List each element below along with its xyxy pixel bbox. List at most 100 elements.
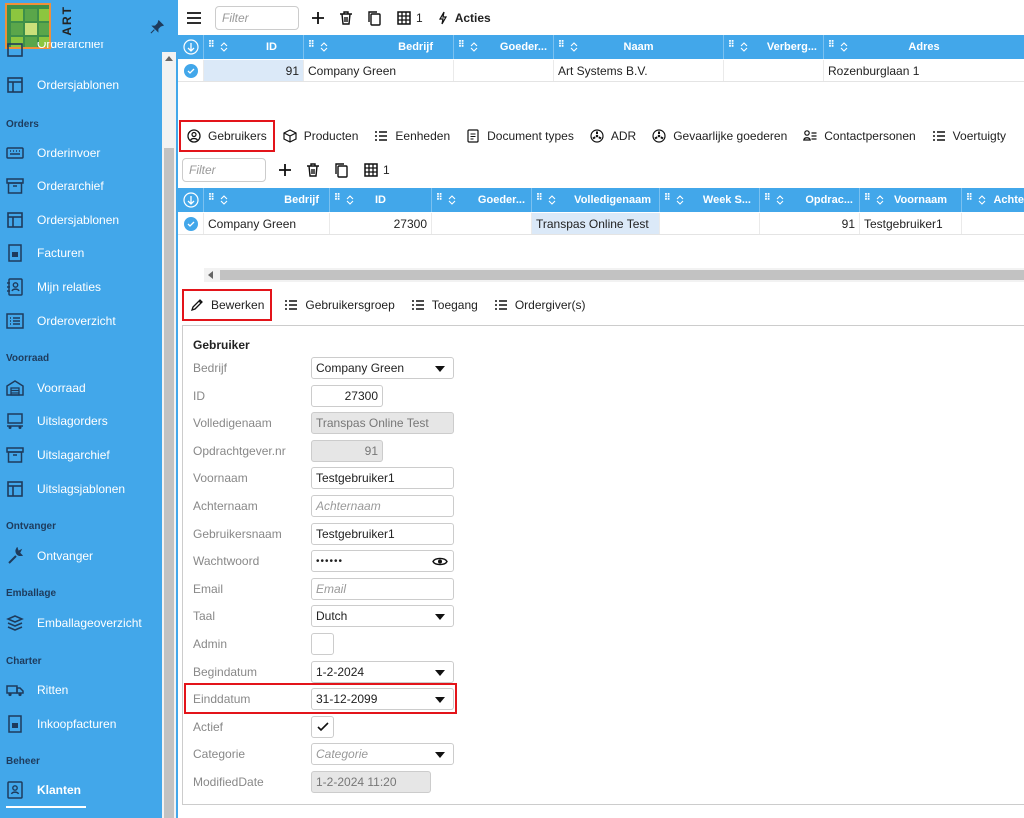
sort-icon[interactable] (570, 42, 578, 52)
filter-input[interactable]: Filter (182, 158, 266, 182)
drag-handle-icon[interactable]: ⠿ (558, 40, 566, 52)
tab-adr[interactable]: ADR (584, 122, 642, 150)
copy-button[interactable] (364, 8, 384, 28)
select-all-header[interactable] (178, 188, 204, 212)
drag-handle-icon[interactable]: ⠿ (436, 193, 444, 205)
drag-handle-icon[interactable]: ⠿ (208, 40, 216, 52)
column-header-opdrac[interactable]: Opdrac... ⠿ (760, 188, 860, 212)
actions-menu[interactable]: Acties (455, 11, 491, 25)
email-field[interactable]: Email (311, 578, 454, 600)
tab-document-types[interactable]: Document types (460, 122, 580, 150)
drag-handle-icon[interactable]: ⠿ (536, 193, 544, 205)
column-header-verberg[interactable]: Verberg... ⠿ (724, 35, 824, 59)
tab-contactpersonen[interactable]: Contactpersonen (797, 122, 921, 150)
categorie-select[interactable]: Categorie (311, 743, 454, 765)
drag-handle-icon[interactable]: ⠿ (764, 193, 772, 205)
tab-toegang[interactable]: Toegang (405, 291, 484, 319)
admin-checkbox[interactable] (311, 633, 334, 655)
drag-handle-icon[interactable]: ⠿ (334, 193, 342, 205)
drag-handle-icon[interactable]: ⠿ (664, 193, 672, 205)
einddatum-select[interactable]: 31-12-2099 (311, 688, 454, 710)
scrollbar-thumb[interactable] (164, 148, 174, 818)
drag-handle-icon[interactable]: ⠿ (308, 40, 316, 52)
row-select[interactable] (178, 213, 204, 234)
wachtwoord-field[interactable]: •••••• (311, 550, 454, 572)
sort-icon[interactable] (548, 195, 556, 205)
begindatum-select[interactable]: 1-2-2024 (311, 661, 454, 683)
actief-checkbox[interactable] (311, 716, 334, 738)
delete-button[interactable] (303, 160, 323, 180)
voornaam-field[interactable]: Testgebruiker1 (311, 467, 454, 489)
sidebar-item-orderarchief-cut[interactable]: Orderarchief (0, 42, 162, 58)
sidebar-item-orderoverzicht[interactable]: Orderoverzicht (0, 306, 162, 336)
hamburger-icon[interactable] (186, 11, 202, 25)
table-row[interactable]: 91 Company Green Art Systems B.V. Rozenb… (178, 60, 1024, 82)
sort-icon[interactable] (840, 42, 848, 52)
drag-handle-icon[interactable]: ⠿ (208, 193, 216, 205)
column-header-id[interactable]: ID ⠿ (330, 188, 432, 212)
sort-icon[interactable] (448, 195, 456, 205)
sort-icon[interactable] (320, 42, 328, 52)
sort-icon[interactable] (346, 195, 354, 205)
pin-icon[interactable] (150, 20, 164, 34)
grid-layout-button[interactable] (361, 160, 381, 180)
sort-icon[interactable] (740, 42, 748, 52)
tab-bewerken[interactable]: Bewerken (181, 289, 273, 321)
drag-handle-icon[interactable]: ⠿ (828, 40, 836, 52)
column-header-naam[interactable]: Naam ⠿ (554, 35, 724, 59)
taal-select[interactable]: Dutch (311, 605, 454, 627)
tab-eenheden[interactable]: Eenheden (368, 122, 456, 150)
grid-layout-button[interactable] (394, 8, 414, 28)
scroll-up-icon[interactable] (165, 56, 173, 61)
tab-producten[interactable]: Producten (277, 122, 365, 150)
sort-icon[interactable] (676, 195, 684, 205)
sidebar-item-facturen[interactable]: Facturen (0, 238, 162, 268)
column-header-adres[interactable]: Adres ⠿ (824, 35, 1024, 59)
tab-ordergivers[interactable]: Ordergiver(s) (488, 291, 592, 319)
sidebar-item-ordersjablonen-top[interactable]: Ordersjablonen (0, 70, 162, 100)
sort-icon[interactable] (776, 195, 784, 205)
sidebar-item-orderinvoer[interactable]: Orderinvoer (0, 138, 162, 168)
sidebar-item-uitslagorders[interactable]: Uitslagorders (0, 406, 162, 436)
add-button[interactable] (308, 8, 328, 28)
sidebar-scrollbar[interactable] (162, 52, 176, 818)
sort-icon[interactable] (220, 195, 228, 205)
tab-gebruikersgroep[interactable]: Gebruikersgroep (278, 291, 400, 319)
sort-icon[interactable] (876, 195, 884, 205)
sidebar-item-uitslagsjablonen[interactable]: Uitslagsjablonen (0, 474, 162, 504)
tab-voertuigtypes[interactable]: Voertuigty (926, 122, 1012, 150)
achternaam-field[interactable]: Achternaam (311, 495, 454, 517)
id-field[interactable]: 27300 (311, 385, 383, 407)
column-header-goeder[interactable]: Goeder... ⠿ (432, 188, 532, 212)
table-row[interactable]: Company Green 27300 Transpas Online Test… (178, 213, 1024, 235)
column-header-volledigenaam[interactable]: Volledigenaam ⠿ (532, 188, 660, 212)
sidebar-item-voorraad[interactable]: Voorraad (0, 373, 162, 403)
bedrijf-select[interactable]: Company Green (311, 357, 454, 379)
delete-button[interactable] (336, 8, 356, 28)
sidebar-item-inkoopfacturen[interactable]: Inkoopfacturen (0, 709, 162, 739)
sidebar-item-emballageoverzicht[interactable]: Emballageoverzicht (0, 608, 162, 638)
sidebar-item-ontvanger[interactable]: Ontvanger (0, 541, 162, 571)
column-header-week[interactable]: Week S... ⠿ (660, 188, 760, 212)
sidebar-item-ordersjablonen[interactable]: Ordersjablonen (0, 205, 162, 235)
horizontal-scrollbar[interactable] (204, 268, 1024, 282)
sidebar-item-orderarchief[interactable]: Orderarchief (0, 171, 162, 201)
sidebar-item-mijn-relaties[interactable]: Mijn relaties (0, 272, 162, 302)
add-button[interactable] (275, 160, 295, 180)
eye-icon[interactable] (432, 556, 448, 567)
tab-gebruikers[interactable]: Gebruikers (179, 120, 275, 152)
column-header-bedrijf[interactable]: Bedrijf ⠿ (204, 188, 330, 212)
select-all-header[interactable] (178, 35, 204, 59)
drag-handle-icon[interactable]: ⠿ (966, 193, 974, 205)
column-header-goeder[interactable]: Goeder... ⠿ (454, 35, 554, 59)
scrollbar-thumb[interactable] (220, 270, 1024, 280)
gebruikersnaam-field[interactable]: Testgebruiker1 (311, 523, 454, 545)
scroll-left-icon[interactable] (208, 271, 213, 279)
column-header-achte[interactable]: Achte ⠿ (962, 188, 1024, 212)
column-header-voornaam[interactable]: Voornaam ⠿ (860, 188, 962, 212)
drag-handle-icon[interactable]: ⠿ (864, 193, 872, 205)
sidebar-item-uitslagarchief[interactable]: Uitslagarchief (0, 440, 162, 470)
drag-handle-icon[interactable]: ⠿ (458, 40, 466, 52)
sort-icon[interactable] (470, 42, 478, 52)
sidebar-item-klanten[interactable]: Klanten (0, 775, 162, 805)
